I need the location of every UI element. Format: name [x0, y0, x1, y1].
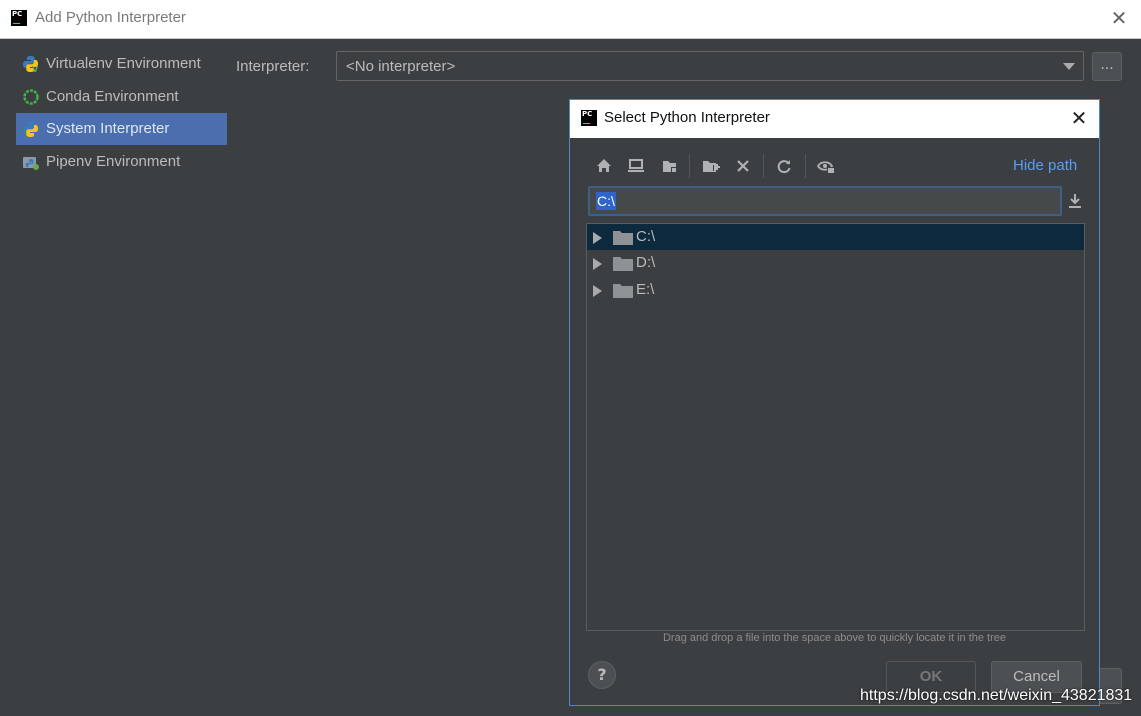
- folder-icon: [613, 231, 633, 245]
- tree-node-label: D:\: [636, 254, 656, 271]
- sidebar-item-label: Conda Environment: [46, 88, 179, 105]
- toolbar-separator: [689, 154, 690, 178]
- sidebar-item-pipenv[interactable]: Pipenv Environment: [16, 146, 227, 178]
- pipenv-icon: [23, 157, 39, 170]
- show-hidden-icon[interactable]: [815, 155, 837, 177]
- svg-text:V: V: [32, 65, 39, 73]
- sidebar-item-label: System Interpreter: [46, 120, 170, 137]
- dialog-title: Select Python Interpreter: [604, 109, 770, 126]
- python-virtualenv-icon: V: [23, 56, 39, 73]
- tree-node-e-drive[interactable]: E:\: [587, 277, 1084, 303]
- watermark-url: https://blog.csdn.net/weixin_43821831: [860, 687, 1133, 704]
- expand-arrow-icon[interactable]: [593, 258, 602, 270]
- tree-node-label: C:\: [636, 228, 656, 245]
- interpreter-combobox-value: <No interpreter>: [346, 58, 456, 75]
- project-folder-icon[interactable]: [659, 155, 681, 177]
- download-icon[interactable]: [1066, 192, 1084, 210]
- tree-node-label: E:\: [636, 281, 655, 298]
- interpreter-combobox[interactable]: <No interpreter>: [336, 51, 1084, 81]
- sidebar-item-system-interpreter[interactable]: System Interpreter: [16, 113, 227, 145]
- expand-arrow-icon[interactable]: [593, 285, 602, 297]
- sidebar-item-label: Pipenv Environment: [46, 153, 181, 170]
- window-close-icon[interactable]: ✕: [1108, 6, 1130, 30]
- pycharm-logo-icon: PC: [581, 110, 597, 126]
- folder-icon: [613, 284, 633, 298]
- file-tree[interactable]: C:\ D:\ E:\: [586, 223, 1085, 631]
- window-title: Add Python Interpreter: [35, 9, 186, 26]
- window-titlebar: PC Add Python Interpreter ✕: [0, 0, 1141, 39]
- tree-node-d-drive[interactable]: D:\: [587, 250, 1084, 276]
- path-input-selected-text: C:\: [596, 192, 616, 210]
- path-input[interactable]: C:\: [588, 186, 1062, 216]
- interpreter-label: Interpreter:: [236, 58, 310, 75]
- delete-icon[interactable]: [732, 155, 754, 177]
- sidebar-item-virtualenv[interactable]: V Virtualenv Environment: [16, 48, 227, 80]
- toolbar-separator: [805, 154, 806, 178]
- new-folder-icon[interactable]: [700, 155, 722, 177]
- drag-drop-hint: Drag and drop a file into the space abov…: [662, 632, 1007, 644]
- sidebar-item-conda[interactable]: Conda Environment: [16, 81, 227, 113]
- chevron-down-icon: [1063, 63, 1075, 70]
- folder-icon: [613, 257, 633, 271]
- toolbar-separator: [763, 154, 764, 178]
- expand-arrow-icon[interactable]: [593, 232, 602, 244]
- conda-icon: [23, 89, 39, 105]
- desktop-icon[interactable]: [625, 155, 647, 177]
- python-icon: [23, 121, 38, 137]
- home-icon[interactable]: [593, 155, 615, 177]
- refresh-icon[interactable]: [773, 155, 795, 177]
- select-interpreter-dialog: PC Select Python Interpreter ✕ Hide path…: [569, 99, 1100, 706]
- help-button[interactable]: ?: [588, 661, 616, 689]
- browse-interpreter-button[interactable]: ...: [1092, 52, 1122, 81]
- sidebar-item-label: Virtualenv Environment: [46, 55, 201, 72]
- tree-node-c-drive[interactable]: C:\: [587, 224, 1084, 250]
- hide-path-link[interactable]: Hide path: [1013, 157, 1077, 174]
- dialog-close-icon[interactable]: ✕: [1068, 106, 1090, 130]
- pycharm-logo-icon: PC: [11, 10, 27, 26]
- dialog-titlebar: PC Select Python Interpreter ✕: [570, 100, 1099, 138]
